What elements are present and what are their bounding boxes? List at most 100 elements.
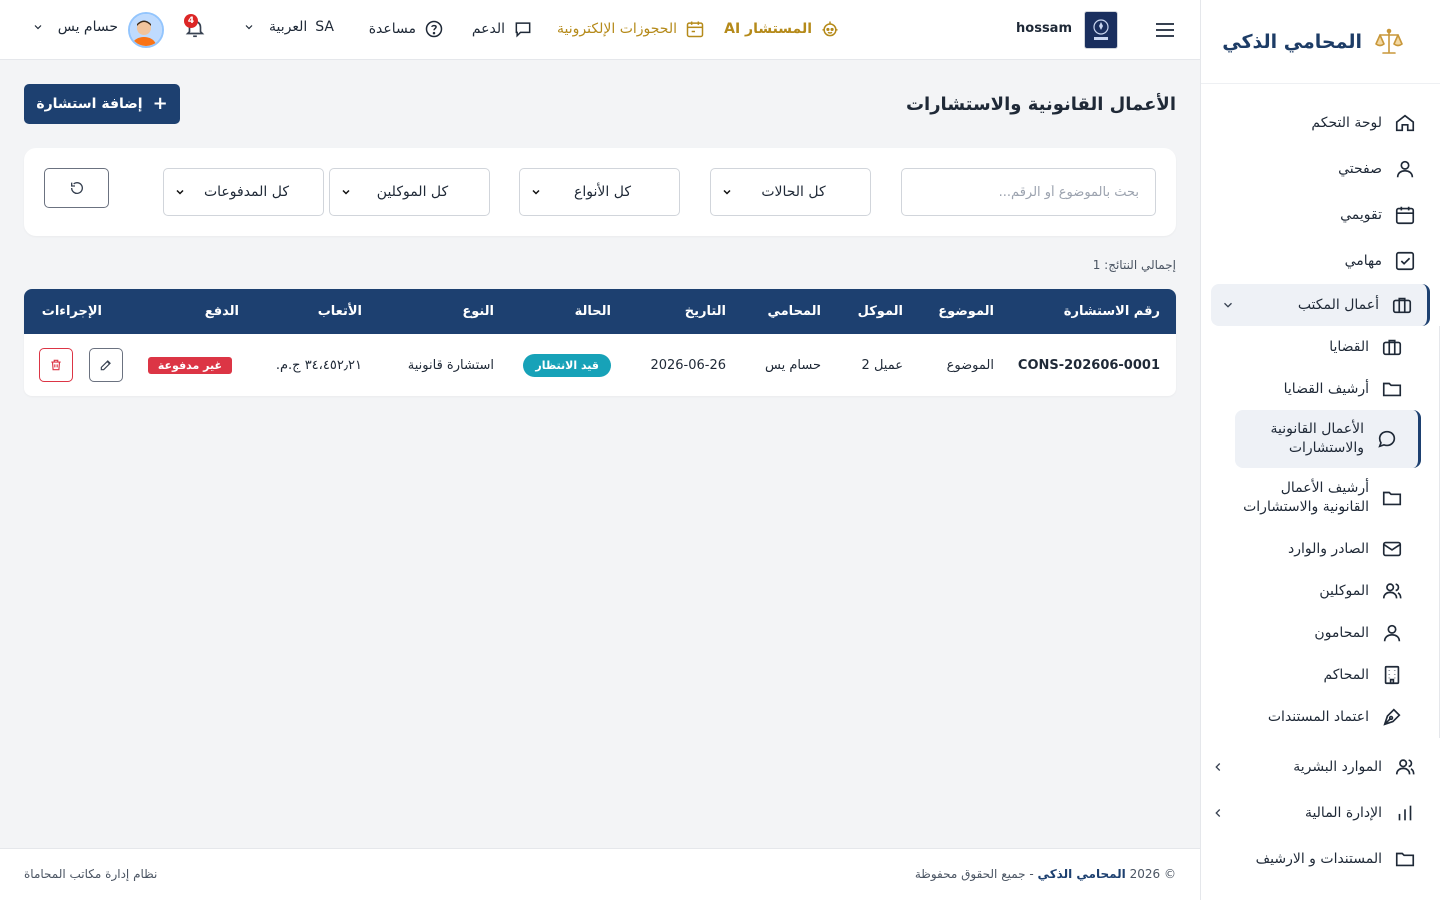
add-consultation-label: إضافة استشارة — [36, 96, 143, 112]
language-switcher[interactable]: SA العربية — [243, 19, 334, 35]
type-filter[interactable]: كل الأنواع — [519, 168, 680, 216]
sidebar-item-label: الموارد البشرية — [1293, 759, 1382, 775]
notifications-badge: 4 — [184, 14, 198, 28]
sidebar-item-tasks[interactable]: مهامي — [1201, 238, 1440, 284]
sidebar-item-profile[interactable]: صفحتي — [1201, 146, 1440, 192]
folder-icon — [1395, 852, 1415, 867]
chevron-down-icon — [532, 189, 540, 195]
language-code: SA — [315, 19, 334, 35]
chevron-down-icon — [1224, 302, 1232, 308]
column-header: التاريخ — [684, 304, 726, 319]
column-header: رقم الاستشارة — [1063, 304, 1160, 319]
brand[interactable]: المحامي الذكي — [1201, 0, 1440, 84]
consultation-date: 2026-06-26 — [650, 357, 726, 373]
column-header: الحالة — [574, 304, 611, 319]
scales-logo-icon — [1374, 27, 1404, 57]
header-username: hossam — [1016, 21, 1072, 36]
search-input[interactable] — [901, 168, 1156, 216]
sidebar-item-label: اعتماد المستندات — [1267, 708, 1369, 725]
folder-icon — [1382, 382, 1402, 397]
sidebar-item-hr[interactable]: الموارد البشرية — [1201, 744, 1440, 790]
sidebar-item-dashboard[interactable]: لوحة التحكم — [1201, 100, 1440, 146]
sidebar-item-label: المحامون — [1314, 624, 1369, 641]
sidebar-item-cases-archive[interactable]: أرشيف القضايا — [1201, 368, 1403, 410]
bookings-link[interactable]: الحجوزات الإلكترونية — [557, 19, 705, 39]
help-link[interactable]: مساعدة — [369, 19, 444, 39]
chevron-down-icon — [342, 189, 350, 195]
edit-icon — [100, 360, 111, 371]
column-header: النوع — [462, 304, 494, 319]
plus-icon: + — [152, 93, 168, 114]
user-icon — [1383, 624, 1401, 642]
pen-tool-icon — [1383, 708, 1401, 726]
reset-filters-button[interactable] — [44, 168, 109, 208]
consultation-lawyer: حسام يس — [765, 357, 821, 373]
hamburger-menu-icon[interactable] — [1154, 20, 1176, 40]
chevron-down-icon — [34, 25, 42, 30]
notifications-button[interactable]: 4 — [184, 14, 206, 40]
client-filter[interactable]: كل الموكلين — [329, 168, 490, 216]
office-logo — [1084, 11, 1118, 49]
sidebar-item-lawyers[interactable]: المحامون — [1201, 612, 1403, 654]
user-icon — [1396, 160, 1414, 178]
column-header: الدفع — [204, 304, 239, 319]
sidebar-item-label: الأعمال القانونية والاستشارات — [1270, 421, 1364, 456]
help-circle-icon — [425, 20, 443, 38]
chat-bubble-icon — [1378, 430, 1396, 448]
footer: © 2026 المحامي الذكي - جميع الحقوق محفوظ… — [0, 848, 1200, 900]
status-filter[interactable]: كل الحالات — [710, 168, 871, 216]
sidebar-item-calendar[interactable]: تقويمي — [1201, 192, 1440, 238]
avatar-image-icon — [130, 14, 162, 46]
sidebar-item-label: المستندات و الارشيف — [1255, 851, 1382, 867]
status-badge: قيد الانتظار — [523, 353, 611, 377]
briefcase-icon — [1382, 339, 1402, 356]
payment-filter-value: كل المدفوعات — [203, 184, 290, 200]
results-total: إجمالي النتائج: 1 — [1092, 258, 1176, 272]
sidebar-item-office-work[interactable]: أعمال المكتب — [1211, 284, 1430, 326]
sidebar-item-courts[interactable]: المحاكم — [1201, 654, 1403, 696]
users-icon — [1395, 759, 1415, 775]
page-title: الأعمال القانونية والاستشارات — [905, 94, 1176, 115]
main-content: الأعمال القانونية والاستشارات + إضافة اس… — [0, 60, 1200, 848]
chevron-down-icon — [176, 189, 184, 195]
filters-panel: كل الحالات كل الأنواع كل الموكلين كل الم… — [24, 148, 1176, 236]
avatar[interactable] — [128, 12, 164, 48]
edit-button[interactable] — [89, 348, 123, 382]
add-consultation-button[interactable]: + إضافة استشارة — [24, 84, 180, 124]
chevron-down-icon — [245, 25, 253, 30]
user-name: حسام يس — [57, 19, 118, 35]
sidebar-item-cases[interactable]: القضايا — [1201, 326, 1403, 368]
table-row[interactable]: CONS-202606-0001 الموضوع عميل 2 حسام يس … — [24, 334, 1176, 396]
sidebar-item-label: المحاكم — [1323, 666, 1369, 683]
top-header: hossam المستشار AI الحجوزات الإلكترونية … — [0, 0, 1200, 60]
sidebar-item-finance[interactable]: الإدارة المالية — [1201, 790, 1440, 836]
sidebar-item-label: الصادر والوارد — [1287, 540, 1369, 557]
folder-icon — [1382, 491, 1402, 506]
sidebar-item-documents-archive[interactable]: المستندات و الارشيف — [1201, 836, 1440, 882]
delete-button[interactable] — [39, 348, 73, 382]
chat-bubble-icon — [515, 22, 531, 38]
home-icon — [1395, 114, 1415, 132]
user-menu[interactable]: حسام يس — [32, 19, 118, 35]
sidebar-item-consultations[interactable]: الأعمال القانونية والاستشارات — [1235, 410, 1421, 468]
calendar-icon — [1395, 206, 1415, 225]
sidebar-item-clients[interactable]: الموكلين — [1201, 570, 1403, 612]
building-icon — [1384, 665, 1400, 685]
sidebar-nav: لوحة التحكم صفحتي تقويمي مهامي أعمال الم… — [1201, 84, 1440, 882]
client-filter-value: كل الموكلين — [376, 184, 449, 200]
ai-advisor-link[interactable]: المستشار AI — [724, 19, 840, 39]
sidebar-item-label: أعمال المكتب — [1297, 297, 1379, 313]
sidebar-item-consultations-archive[interactable]: أرشيف الأعمال القانونية والاستشارات — [1201, 468, 1403, 528]
copyright-suffix: - جميع الحقوق محفوظة — [914, 867, 1034, 881]
support-link[interactable]: الدعم — [472, 19, 533, 39]
sidebar-item-document-approval[interactable]: اعتماد المستندات — [1201, 696, 1403, 738]
column-header: الموضوع — [938, 304, 994, 319]
sidebar-item-label: مهامي — [1344, 253, 1382, 269]
chevron-left-icon — [1215, 809, 1221, 817]
consultation-client: عميل 2 — [861, 357, 903, 373]
calendar-icon — [686, 21, 704, 38]
sidebar-item-label: صفحتي — [1338, 161, 1382, 177]
payment-filter[interactable]: كل المدفوعات — [163, 168, 324, 216]
sidebar-item-correspondence[interactable]: الصادر والوارد — [1201, 528, 1403, 570]
sidebar-item-label: الموكلين — [1319, 582, 1369, 599]
